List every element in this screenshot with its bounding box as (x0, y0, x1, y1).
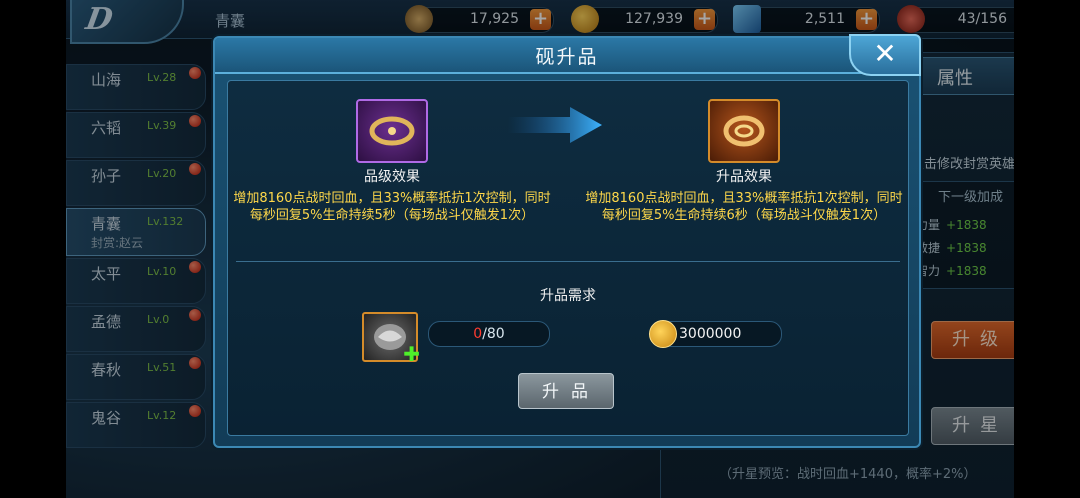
inkstone-item-icon (708, 99, 780, 163)
close-button[interactable]: ✕ (849, 34, 921, 76)
effect-description: 增加8160点战时回血，且33%概率抵抗1次控制，同时每秒回复5%生命持续6秒（… (585, 191, 903, 223)
game-screen: D 青囊 17,925 + 127,939 + 2,511 + 43/156 +… (0, 0, 1080, 498)
material-count: 0/80 (428, 321, 550, 347)
gold-coin-icon (649, 320, 677, 348)
effect-title: 品级效果 (364, 169, 420, 185)
upgrade-grade-dialog: 砚升品 ✕ 品级效果 增加8160点战时回血，且33%概率抵抗1次控制，同时每秒… (213, 34, 921, 448)
coin-cost-value: 3000000 (679, 326, 742, 342)
next-grade-effect: 升品效果 增加8160点战时回血，且33%概率抵抗1次控制，同时每秒回复5%生命… (584, 99, 904, 224)
upgrade-grade-button[interactable]: 升品 (518, 373, 614, 409)
current-grade-effect: 品级效果 增加8160点战时回血，且33%概率抵抗1次控制，同时每秒回复5%生命… (232, 99, 552, 224)
inkstone-item-icon (356, 99, 428, 163)
material-slot[interactable]: ✚ (362, 312, 420, 366)
divider (236, 261, 900, 262)
material-required: /80 (482, 326, 505, 342)
coin-cost: 3000000 (649, 320, 782, 348)
dialog-header: 砚升品 (215, 38, 919, 74)
dialog-body: 品级效果 增加8160点战时回血，且33%概率抵抗1次控制，同时每秒回复5%生命… (227, 80, 909, 436)
effect-title: 升品效果 (716, 169, 772, 185)
material-owned: 0 (473, 326, 483, 342)
add-material-icon[interactable]: ✚ (403, 342, 420, 366)
effect-description: 增加8160点战时回血，且33%概率抵抗1次控制，同时每秒回复5%生命持续5秒（… (233, 191, 551, 223)
dialog-title: 砚升品 (535, 46, 599, 68)
requirement-title: 升品需求 (540, 288, 596, 304)
